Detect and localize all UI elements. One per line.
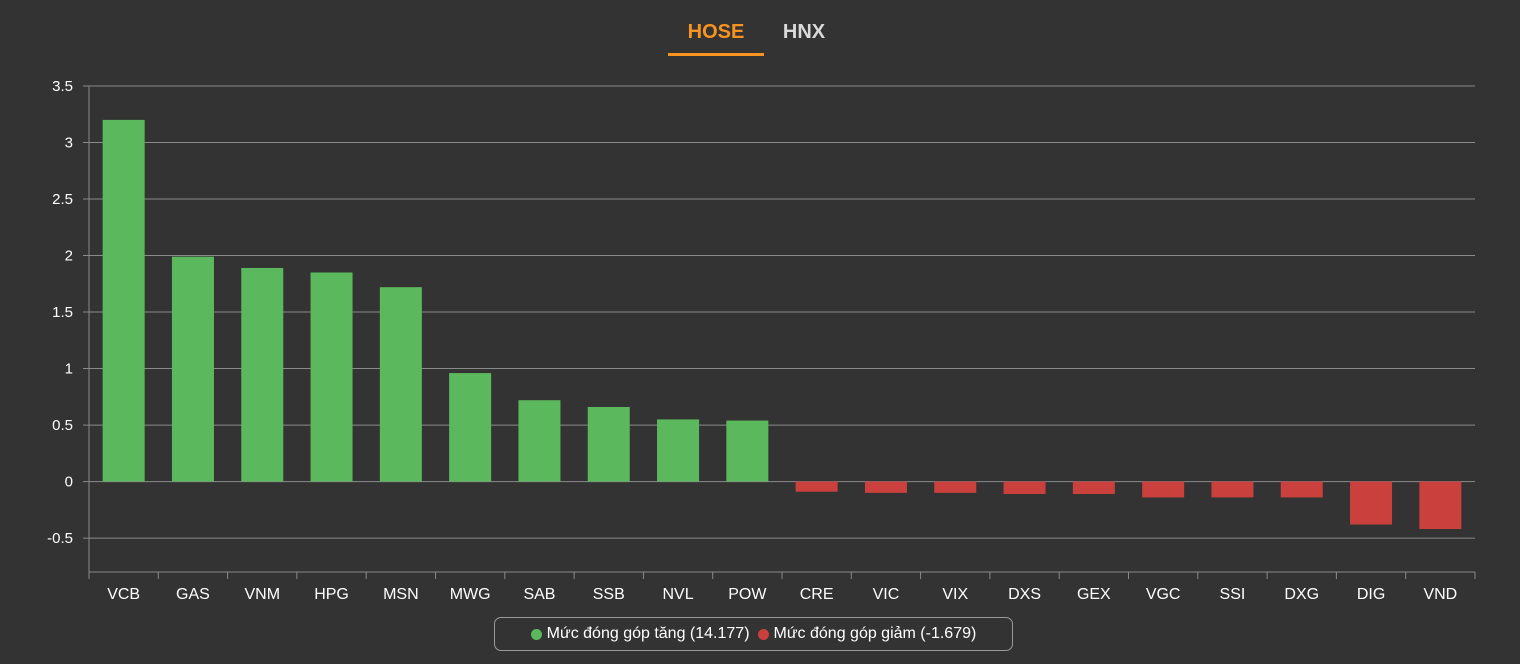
chart-legend: Mức đóng góp tăng (14.177) Mức đóng góp … xyxy=(494,617,1013,651)
x-tick-label: MSN xyxy=(383,586,419,603)
bar-ssi xyxy=(1211,481,1254,498)
bar-dig xyxy=(1350,481,1393,525)
x-tick-label: GEX xyxy=(1077,586,1111,603)
x-tick-label: VNM xyxy=(244,586,280,603)
x-tick-label: SSI xyxy=(1220,586,1246,603)
x-tick-label: VND xyxy=(1423,586,1457,603)
x-tick-label: MWG xyxy=(450,586,491,603)
x-tick-label: POW xyxy=(728,586,767,603)
bar-nvl xyxy=(657,419,700,482)
bar-dxs xyxy=(1003,481,1046,495)
x-tick-label: DIG xyxy=(1357,586,1385,603)
bar-ssb xyxy=(587,406,630,482)
x-tick-label: VGC xyxy=(1146,586,1181,603)
bar-chart: 3.5 3 2.5 2 1.5 1 0.5 0 -0.5 VCB GAS VNM HPG MSN MWG SA… xyxy=(47,78,1476,603)
y-tick-label: 3.5 xyxy=(52,78,73,95)
bar-vgc xyxy=(1142,481,1185,498)
bar-vix xyxy=(934,481,977,493)
bar-sab xyxy=(518,400,561,482)
legend-label-decrease: Mức đóng góp giảm (-1.679) xyxy=(773,625,977,642)
decrease-dot-icon xyxy=(757,628,769,640)
x-tick-label: VIX xyxy=(942,586,968,603)
x-tick-label: DXS xyxy=(1008,586,1041,603)
x-tick-label: SAB xyxy=(523,586,555,603)
x-tick-label: DXG xyxy=(1284,586,1319,603)
bar-vnm xyxy=(241,267,284,482)
y-tick-label: 0.5 xyxy=(52,417,73,434)
legend-label-increase: Mức đóng góp tăng (14.177) xyxy=(546,625,750,642)
x-tick-label: NVL xyxy=(662,586,693,603)
y-tick-label: 2 xyxy=(65,248,73,265)
legend-item-increase[interactable]: Mức đóng góp tăng (14.177) xyxy=(530,625,750,643)
bar-vnd xyxy=(1419,481,1462,530)
bar-vic xyxy=(864,481,907,493)
bar-cre xyxy=(795,481,838,492)
x-tick-label: VCB xyxy=(107,586,140,603)
bar-hpg xyxy=(310,272,353,482)
bar-gex xyxy=(1072,481,1115,495)
bar-gas xyxy=(171,256,214,482)
legend-item-decrease[interactable]: Mức đóng góp giảm (-1.679) xyxy=(757,625,977,643)
x-tick-label: GAS xyxy=(176,586,210,603)
y-tick-label: 1 xyxy=(65,361,73,378)
bar-dxg xyxy=(1280,481,1323,498)
y-tick-label: 2.5 xyxy=(52,191,73,208)
y-tick-label: -0.5 xyxy=(47,530,73,547)
chart-widget: HOSE HNX 3.5 3 2.5 2 1.5 1 0.5 0 -0.5 VCB GAS VNM HP… xyxy=(0,0,1520,664)
x-tick-label: VIC xyxy=(873,586,900,603)
bar-msn xyxy=(379,287,422,482)
bar-vcb xyxy=(102,119,145,482)
x-tick-label: SSB xyxy=(593,586,625,603)
bar-pow xyxy=(726,420,769,482)
y-tick-label: 3 xyxy=(65,135,73,152)
y-tick-label: 1.5 xyxy=(52,304,73,321)
y-tick-label: 0 xyxy=(65,474,73,491)
x-tick-label: HPG xyxy=(314,586,349,603)
x-tick-label: CRE xyxy=(800,586,834,603)
bar-mwg xyxy=(449,373,492,482)
increase-dot-icon xyxy=(530,628,542,640)
